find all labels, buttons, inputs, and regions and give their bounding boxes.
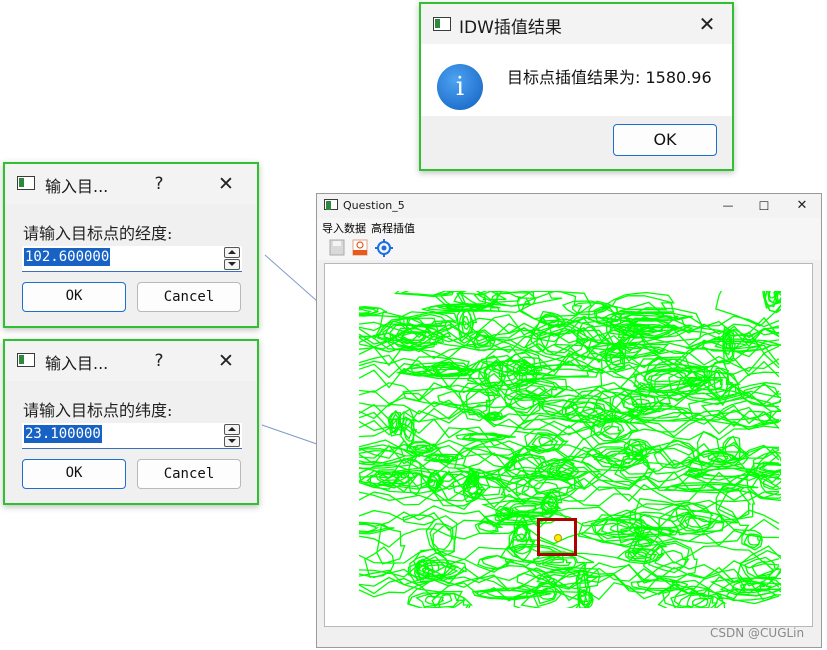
lon-ok-button[interactable]: OK [22, 282, 126, 312]
spin-down-icon[interactable] [224, 436, 240, 447]
minimize-icon: — [722, 199, 734, 212]
longitude-spinbox[interactable]: 102.600000 [22, 246, 242, 272]
target-point [554, 534, 562, 542]
lat-titlebar: 输入目... ? ✕ [5, 341, 257, 381]
main-window: Question_5 — ☐ ✕ 导入数据 高程插值 [316, 193, 822, 648]
toolbar [317, 236, 821, 260]
app-window-icon [17, 176, 35, 190]
idw-dialog-title: IDW插值结果 [459, 18, 562, 38]
menu-elevation-interpolation[interactable]: 高程插值 [371, 220, 415, 236]
import-data-icon[interactable] [351, 239, 369, 256]
contour-line [432, 524, 453, 551]
lon-spin-arrows[interactable] [224, 247, 240, 270]
lat-spin-arrows[interactable] [224, 424, 240, 447]
map-canvas[interactable] [324, 263, 813, 627]
idw-result-dialog: IDW插值结果 ✕ i 目标点插值结果为: 1580.96 OK [419, 2, 734, 171]
lat-close-button[interactable]: ✕ [209, 345, 243, 377]
idw-body: i 目标点插值结果为: 1580.96 [421, 44, 732, 116]
close-icon: ✕ [218, 350, 234, 372]
idw-message: 目标点插值结果为: 1580.96 [507, 68, 712, 87]
app-window-icon [17, 353, 35, 367]
maximize-button[interactable]: ☐ [749, 194, 779, 218]
lat-ok-button[interactable]: OK [22, 459, 126, 489]
maximize-icon: ☐ [758, 199, 770, 213]
help-icon: ? [154, 351, 164, 371]
watermark: CSDN @CUGLin [710, 626, 805, 640]
contour-line [453, 292, 487, 305]
lat-help-button[interactable]: ? [145, 347, 173, 375]
main-titlebar: Question_5 — ☐ ✕ [317, 194, 821, 218]
idw-close-button[interactable]: ✕ [689, 8, 725, 40]
lon-cancel-button[interactable]: Cancel [137, 282, 241, 312]
lat-prompt-label: 请输入目标点的纬度: [23, 401, 173, 420]
longitude-value: 102.600000 [24, 248, 111, 266]
menu-bar: 导入数据 高程插值 [317, 218, 821, 236]
lat-dialog-title: 输入目... [45, 354, 109, 373]
spin-up-icon[interactable] [224, 424, 240, 435]
help-icon: ? [154, 174, 164, 194]
lon-help-button[interactable]: ? [145, 170, 173, 198]
main-close-button[interactable]: ✕ [787, 194, 817, 218]
contour-line [359, 308, 373, 314]
app-window-icon [433, 17, 451, 31]
latitude-spinbox[interactable]: 23.100000 [22, 423, 242, 449]
info-icon: i [437, 64, 483, 110]
idw-titlebar: IDW插值结果 ✕ [421, 4, 732, 44]
longitude-input-dialog: 输入目... ? ✕ 请输入目标点的经度: 102.600000 OK Canc… [3, 162, 259, 328]
app-window-icon [324, 199, 338, 210]
close-icon: ✕ [796, 198, 808, 213]
contour-line [359, 424, 780, 448]
lon-close-button[interactable]: ✕ [209, 168, 243, 200]
locate-target-icon[interactable] [375, 239, 393, 257]
latitude-input-dialog: 输入目... ? ✕ 请输入目标点的纬度: 23.100000 OK Cance… [3, 339, 259, 505]
main-window-title: Question_5 [343, 199, 405, 212]
lon-titlebar: 输入目... ? ✕ [5, 164, 257, 204]
info-glyph: i [455, 72, 465, 102]
contour-line [376, 524, 406, 565]
minimize-button[interactable]: — [713, 194, 743, 218]
menu-import-data[interactable]: 导入数据 [322, 220, 366, 236]
save-icon[interactable] [329, 239, 345, 256]
contour-map [359, 291, 781, 608]
contour-line [647, 372, 683, 383]
spin-up-icon[interactable] [224, 247, 240, 258]
spin-down-icon[interactable] [224, 259, 240, 270]
latitude-value: 23.100000 [24, 425, 102, 443]
lat-cancel-button[interactable]: Cancel [137, 459, 241, 489]
lon-dialog-title: 输入目... [45, 177, 109, 196]
close-icon: ✕ [698, 12, 716, 36]
lon-prompt-label: 请输入目标点的经度: [23, 224, 173, 243]
idw-ok-button[interactable]: OK [613, 124, 717, 156]
close-icon: ✕ [218, 173, 234, 195]
